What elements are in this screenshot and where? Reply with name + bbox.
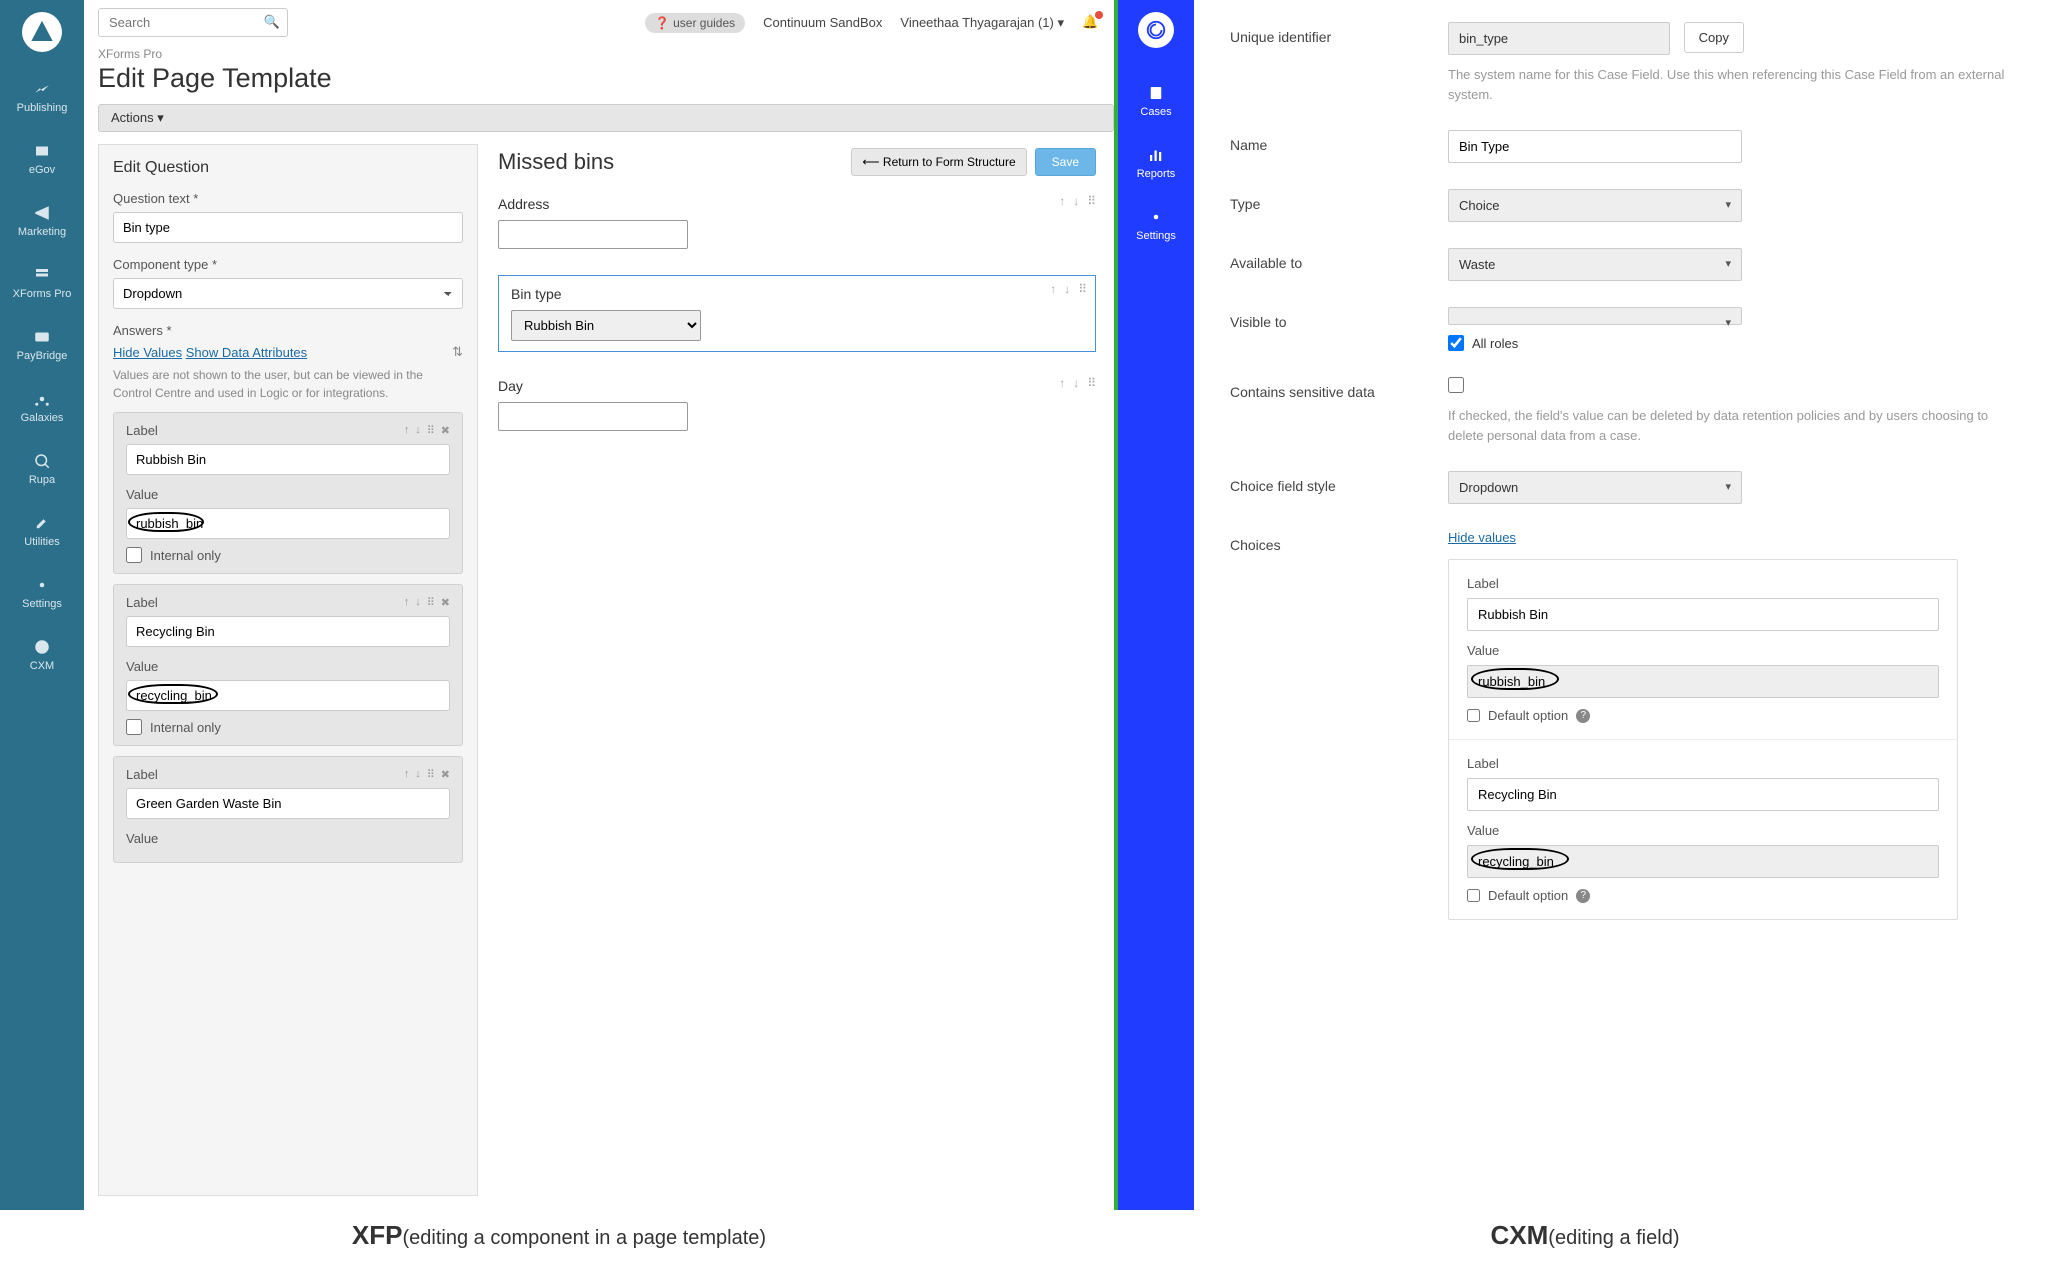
question-text-input[interactable] xyxy=(113,212,463,243)
choice-value-input[interactable] xyxy=(1467,665,1939,698)
answer-value-input[interactable] xyxy=(126,508,450,539)
hide-values-right-link[interactable]: Hide values xyxy=(1448,530,1516,545)
sensitive-help: If checked, the field's value can be del… xyxy=(1448,406,2022,445)
preview-field-bintype[interactable]: ↑↓⠿ Bin type Rubbish Bin xyxy=(498,275,1096,352)
sensitive-checkbox[interactable] xyxy=(1448,377,1464,393)
answer-card: Label↑↓⠿✖ Value xyxy=(113,756,463,863)
choice-label-input[interactable] xyxy=(1467,598,1939,631)
avail-label: Available to xyxy=(1230,248,1448,271)
drag-icon[interactable]: ⠿ xyxy=(427,424,435,437)
choice-label-input[interactable] xyxy=(1467,778,1939,811)
sidebar-item-publishing[interactable]: Publishing xyxy=(0,66,84,128)
visible-label: Visible to xyxy=(1230,307,1448,330)
style-select[interactable]: Dropdown xyxy=(1448,471,1742,504)
component-type-select[interactable]: Dropdown xyxy=(113,278,463,309)
day-input[interactable] xyxy=(498,402,688,431)
xfp-logo xyxy=(22,12,62,52)
style-label: Choice field style xyxy=(1230,471,1448,494)
edit-question-panel: Edit Question Question text Component ty… xyxy=(98,144,478,1196)
sidebar-item-cxm[interactable]: CXM xyxy=(0,624,84,686)
preview-panel: Missed bins ⟵ Return to Form Structure S… xyxy=(498,144,1100,1196)
move-down-icon[interactable]: ↓ xyxy=(415,424,421,437)
internal-only-checkbox[interactable] xyxy=(126,547,142,563)
uid-label: Unique identifier xyxy=(1230,22,1448,45)
caption-xfp: XFP(editing a component in a page templa… xyxy=(0,1220,1118,1251)
address-input[interactable] xyxy=(498,220,688,249)
answer-label-input[interactable] xyxy=(126,444,450,475)
sort-icon[interactable]: ⇅ xyxy=(452,344,463,360)
bintype-select[interactable]: Rubbish Bin xyxy=(511,310,701,341)
notifications-icon[interactable]: 🔔 xyxy=(1082,14,1100,32)
actions-button[interactable]: Actions ▾ xyxy=(98,104,1114,132)
answer-label-input[interactable] xyxy=(126,616,450,647)
help-icon[interactable]: ? xyxy=(1576,889,1590,903)
default-option-checkbox[interactable] xyxy=(1467,709,1480,722)
component-type-label: Component type xyxy=(113,257,463,272)
user-guides-pill[interactable]: ❓ user guides xyxy=(645,13,745,33)
move-up-icon[interactable]: ↑ xyxy=(404,424,410,437)
name-input[interactable] xyxy=(1448,130,1742,163)
user-menu[interactable]: Vineethaa Thyagarajan (1) ▾ xyxy=(900,15,1064,31)
uid-value: bin_type xyxy=(1448,22,1670,55)
sidebar-item-galaxies[interactable]: Galaxies xyxy=(0,376,84,438)
xfp-sidebar: Publishing eGov Marketing XForms Pro Pay… xyxy=(0,0,84,1210)
type-label: Type xyxy=(1230,189,1448,212)
hide-values-link[interactable]: Hide Values xyxy=(113,345,182,360)
choices-label: Choices xyxy=(1230,530,1448,553)
type-select[interactable]: Choice xyxy=(1448,189,1742,222)
show-attrs-link[interactable]: Show Data Attributes xyxy=(186,345,307,360)
sensitive-label: Contains sensitive data xyxy=(1230,377,1448,400)
sandbox-label[interactable]: Continuum SandBox xyxy=(763,15,882,30)
preview-title: Missed bins xyxy=(498,149,614,175)
answer-card: Label↑↓⠿✖ Value Internal only xyxy=(113,412,463,574)
choice-item: Label Value Default option? xyxy=(1449,740,1957,919)
available-to-select[interactable]: Waste xyxy=(1448,248,1742,281)
sidebar-item-xforms[interactable]: XForms Pro xyxy=(0,252,84,314)
sidebar-item-rupa[interactable]: Rupa xyxy=(0,438,84,500)
internal-only-checkbox[interactable] xyxy=(126,719,142,735)
answer-label-input[interactable] xyxy=(126,788,450,819)
all-roles-checkbox[interactable] xyxy=(1448,335,1464,351)
answer-value-input[interactable] xyxy=(126,680,450,711)
edit-panel-title: Edit Question xyxy=(113,159,463,177)
sidebar-item-paybridge[interactable]: PayBridge xyxy=(0,314,84,376)
sidebar-item-reports[interactable]: Reports xyxy=(1118,132,1194,194)
visible-to-select[interactable] xyxy=(1448,307,1742,325)
sidebar-item-settings[interactable]: Settings xyxy=(0,562,84,624)
delete-icon[interactable]: ✖ xyxy=(441,424,450,437)
sidebar-item-egov[interactable]: eGov xyxy=(0,128,84,190)
answer-card: Label↑↓⠿✖ Value Internal only xyxy=(113,584,463,746)
help-icon[interactable]: ? xyxy=(1576,709,1590,723)
uid-help: The system name for this Case Field. Use… xyxy=(1448,65,2022,104)
sidebar-item-utilities[interactable]: Utilities xyxy=(0,500,84,562)
choice-item: Label Value Default option? xyxy=(1449,560,1957,740)
copy-button[interactable]: Copy xyxy=(1684,22,1744,53)
breadcrumb[interactable]: XForms Pro xyxy=(84,47,1114,61)
search-icon[interactable]: 🔍 xyxy=(264,14,280,30)
preview-field-address: ↑↓⠿ Address xyxy=(498,196,1096,249)
cxm-logo xyxy=(1138,12,1174,48)
topbar: 🔍 ❓ user guides Continuum SandBox Vineet… xyxy=(84,0,1114,47)
sidebar-item-marketing[interactable]: Marketing xyxy=(0,190,84,252)
values-help: Values are not shown to the user, but ca… xyxy=(113,366,463,402)
search-input[interactable] xyxy=(98,8,288,37)
name-label: Name xyxy=(1230,130,1448,153)
sidebar-item-cases[interactable]: Cases xyxy=(1118,70,1194,132)
question-text-label: Question text xyxy=(113,191,463,206)
cxm-sidebar: Cases Reports Settings xyxy=(1118,0,1194,1210)
page-title: Edit Page Template xyxy=(84,61,1114,104)
answers-label: Answers xyxy=(113,323,463,338)
sidebar-item-settings-r[interactable]: Settings xyxy=(1118,194,1194,256)
preview-field-day: ↑↓⠿ Day xyxy=(498,378,1096,431)
return-button[interactable]: ⟵ Return to Form Structure xyxy=(851,148,1026,176)
save-button[interactable]: Save xyxy=(1035,148,1096,176)
default-option-checkbox[interactable] xyxy=(1467,889,1480,902)
choice-value-input[interactable] xyxy=(1467,845,1939,878)
caption-cxm: CXM(editing a field) xyxy=(1118,1220,2052,1251)
